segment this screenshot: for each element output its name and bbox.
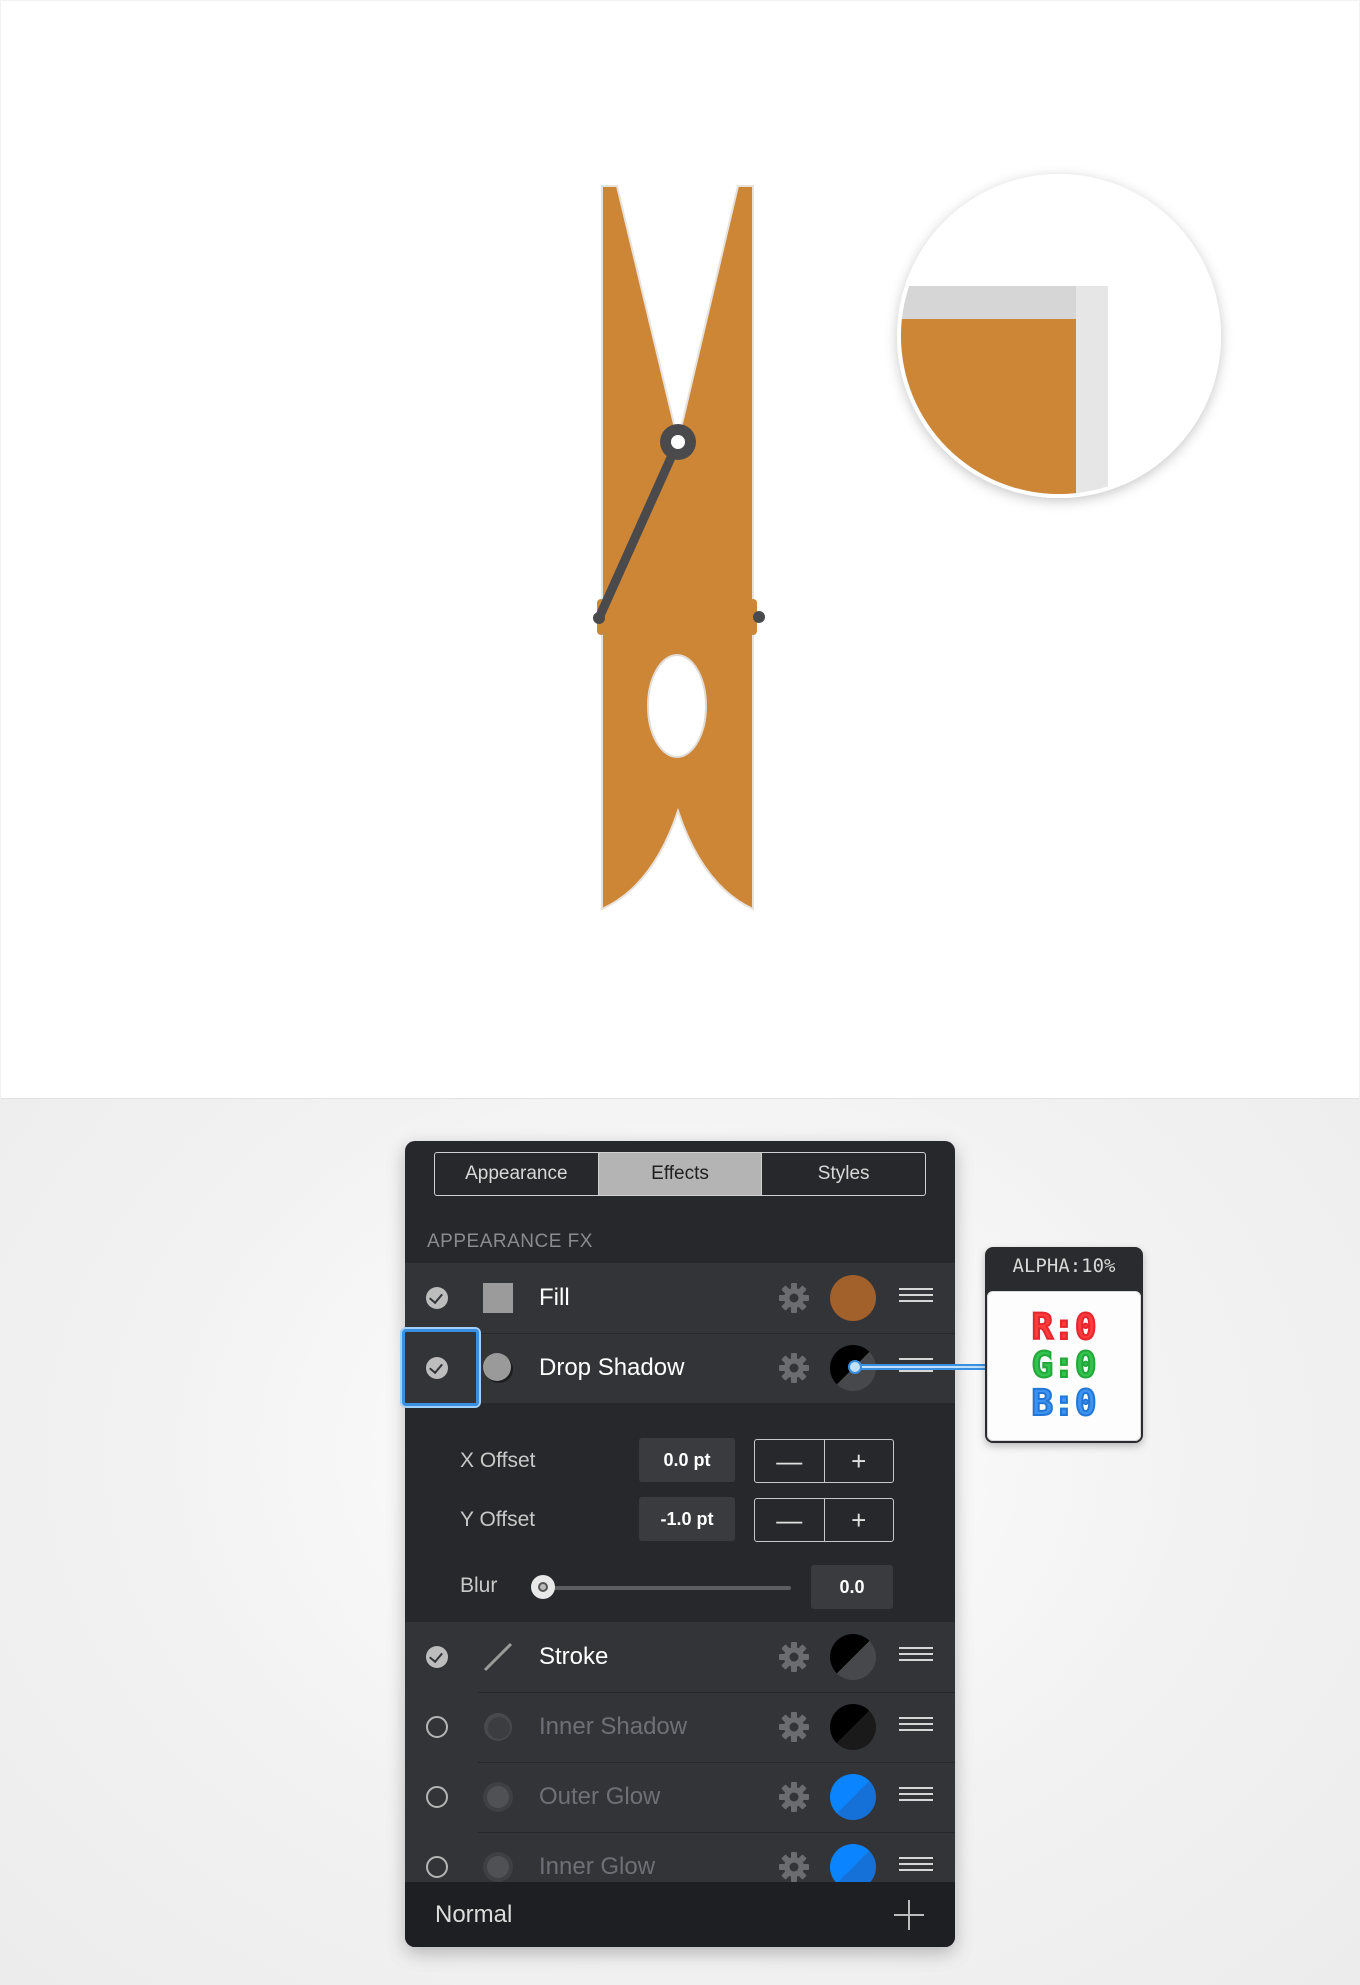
x-offset-field[interactable]: 0.0 pt [639, 1438, 735, 1482]
stroke-color-swatch[interactable] [830, 1634, 876, 1680]
drag-handle-icon[interactable] [899, 1647, 933, 1667]
shadow-circle-icon [484, 1713, 512, 1741]
green-value: G:0 [1030, 1344, 1097, 1387]
drag-handle-icon[interactable] [899, 1288, 933, 1308]
alpha-label: ALPHA:10% [1012, 1255, 1116, 1277]
spring-end-right [753, 611, 765, 623]
drag-handle-icon[interactable] [899, 1358, 933, 1378]
y-offset-stepper: — + [754, 1498, 894, 1542]
fill-enabled-checkbox[interactable] [426, 1287, 448, 1309]
x-offset-increment-button[interactable]: + [825, 1440, 894, 1482]
gear-icon[interactable] [778, 1781, 810, 1813]
inner-shadow-color-swatch[interactable] [830, 1704, 876, 1750]
gear-icon[interactable] [778, 1352, 810, 1384]
tab-effects[interactable]: Effects [598, 1153, 763, 1195]
drag-handle-icon[interactable] [899, 1857, 933, 1877]
gear-icon[interactable] [778, 1711, 810, 1743]
gear-icon[interactable] [778, 1282, 810, 1314]
tab-styles[interactable]: Styles [762, 1153, 925, 1195]
effect-row-drop-shadow[interactable]: Drop Shadow [405, 1333, 955, 1403]
fill-color-swatch[interactable] [830, 1275, 876, 1321]
selection-highlight [402, 1329, 479, 1406]
glow-circle-icon [483, 1782, 513, 1812]
inner-shadow-enabled-checkbox[interactable] [426, 1716, 448, 1738]
y-offset-field[interactable]: -1.0 pt [639, 1497, 735, 1541]
panel-footer: Normal [405, 1882, 955, 1947]
x-offset-stepper: — + [754, 1439, 894, 1483]
clothespin-illustration [593, 174, 1221, 911]
outer-glow-enabled-checkbox[interactable] [426, 1786, 448, 1808]
add-effect-icon[interactable] [892, 1898, 926, 1932]
effect-label: Inner Shadow [539, 1713, 688, 1740]
effect-label: Stroke [539, 1643, 609, 1670]
drop-shadow-color-swatch[interactable] [830, 1345, 876, 1391]
blue-value: B:0 [1030, 1382, 1097, 1425]
glow-circle-icon [483, 1852, 513, 1882]
gear-icon[interactable] [778, 1851, 810, 1883]
red-value: R:0 [1030, 1306, 1097, 1349]
clothespin-body [601, 185, 754, 911]
y-offset-decrement-button[interactable]: — [755, 1499, 825, 1541]
square-fill-icon [483, 1283, 513, 1313]
effect-row-outer-glow[interactable]: Outer Glow [405, 1762, 955, 1832]
drag-handle-icon[interactable] [899, 1717, 933, 1737]
effect-label: Fill [539, 1284, 570, 1311]
appearance-panel: Appearance Effects Styles APPEARANCE FX … [405, 1141, 955, 1947]
effect-label: Outer Glow [539, 1783, 661, 1810]
inner-glow-enabled-checkbox[interactable] [426, 1856, 448, 1878]
spring-end-left [593, 612, 605, 624]
blur-label: Blur [460, 1574, 498, 1597]
blend-mode-select[interactable]: Normal [435, 1901, 512, 1929]
color-callout: ALPHA:10% R:0 G:0 B:0 [985, 1247, 1143, 1443]
blur-value-field[interactable]: 0.0 [811, 1565, 893, 1609]
y-offset-increment-button[interactable]: + [825, 1499, 894, 1541]
gear-icon[interactable] [778, 1641, 810, 1673]
outer-glow-color-swatch[interactable] [830, 1774, 876, 1820]
x-offset-decrement-button[interactable]: — [755, 1440, 825, 1482]
panel-tabs: Appearance Effects Styles [434, 1152, 926, 1196]
blur-slider-track[interactable] [543, 1586, 791, 1590]
clothespin-hole [647, 654, 707, 758]
effect-row-stroke[interactable]: Stroke [405, 1622, 955, 1692]
effect-label: Inner Glow [539, 1853, 656, 1880]
y-offset-label: Y Offset [460, 1508, 536, 1531]
effect-row-inner-shadow[interactable]: Inner Shadow [405, 1692, 955, 1762]
section-label: APPEARANCE FX [427, 1231, 593, 1252]
x-offset-label: X Offset [460, 1449, 536, 1472]
drag-handle-icon[interactable] [899, 1787, 933, 1807]
shadow-circle-icon [483, 1353, 513, 1383]
tab-appearance[interactable]: Appearance [435, 1153, 599, 1195]
drop-shadow-settings: X Offset 0.0 pt — + Y Offset -1.0 pt — +… [405, 1419, 955, 1624]
stroke-line-icon [483, 1642, 513, 1672]
effect-label: Drop Shadow [539, 1354, 685, 1381]
spring-coil-center [671, 435, 685, 449]
stroke-enabled-checkbox[interactable] [426, 1646, 448, 1668]
blur-slider-knob[interactable] [531, 1575, 555, 1599]
effect-row-fill[interactable]: Fill [405, 1263, 955, 1333]
rgb-values-box: R:0 G:0 B:0 [987, 1291, 1141, 1441]
magnifier-zoom [897, 174, 1221, 498]
artboard-canvas[interactable] [1, 1, 1359, 1099]
